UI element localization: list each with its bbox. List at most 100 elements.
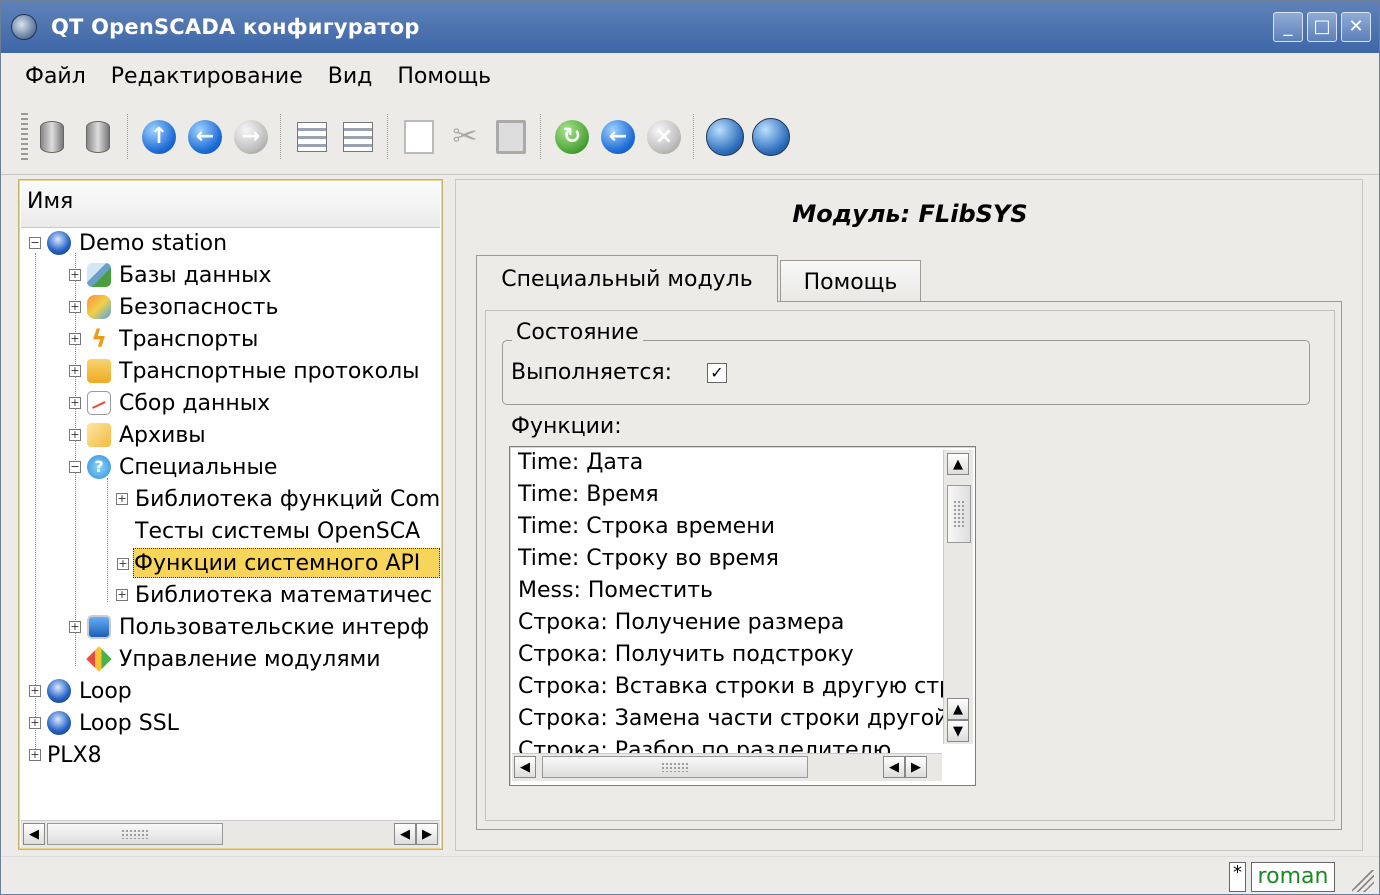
tree-item-plx8[interactable]: + PLX8 [29,740,102,770]
tree-item-data-acquisition[interactable]: + Сбор данных [69,388,270,418]
functions-vertical-scrollbar[interactable]: ▲ ▲ ▼ [943,450,973,744]
tree-item-system-api-functions[interactable]: + Функции системного API [117,548,440,578]
scroll-thumb[interactable] [47,823,223,845]
list-item[interactable]: Строка: Замена части строки другой [518,703,948,735]
monitor-icon [87,615,111,639]
tree-body[interactable]: − Demo station + Базы данных + Безопасно… [19,228,440,813]
tree-horizontal-scrollbar[interactable]: ◀ ◀ ▶ [21,820,440,848]
copy-icon[interactable] [397,115,441,159]
list-item[interactable]: Time: Дата [518,447,643,479]
expand-icon[interactable]: + [29,749,41,761]
tree-item-module-management[interactable]: Управление модулями [86,644,381,674]
tree-item-label: Библиотека математичес [135,582,433,608]
menu-edit[interactable]: Редактирование [109,64,305,89]
scroll-left-icon[interactable]: ◀ [883,756,905,778]
expand-icon[interactable]: + [29,685,41,697]
tree-item-math-library[interactable]: + Библиотека математичес [116,580,433,610]
scroll-right-icon[interactable]: ▶ [905,756,927,778]
tree-item-demo-station[interactable]: − Demo station [29,228,228,258]
tree-item-label: Demo station [79,230,228,256]
tab-help[interactable]: Помощь [780,260,921,304]
station-manager-icon[interactable] [703,115,747,159]
save-db-icon[interactable] [76,115,120,159]
forward-icon[interactable]: → [229,115,273,159]
tree-item-label: Транспорты [119,326,259,352]
back-icon[interactable]: ← [183,115,227,159]
list-item[interactable]: Time: Строка времени [518,511,775,543]
tree-item-label: Пользовательские интерф [119,614,430,640]
list-item[interactable]: Time: Строку во время [518,543,779,575]
expand-icon[interactable]: + [69,621,81,633]
expand-icon[interactable]: + [116,493,128,505]
tab-special-module[interactable]: Специальный модуль [476,255,778,302]
cut-icon[interactable]: ✂ [443,115,487,159]
collapse-icon[interactable]: − [69,461,81,473]
expand-icon[interactable]: + [69,365,81,377]
menu-view[interactable]: Вид [326,64,375,89]
functions-horizontal-scrollbar[interactable]: ◀ ◀ ▶ [512,753,942,781]
tree-item-transport-protocols[interactable]: + Транспортные протоколы [69,356,420,386]
list-item[interactable]: Строка: Получить подстроку [518,639,854,671]
back-arrow-icon: ← [188,119,222,154]
expand-icon[interactable]: + [69,397,81,409]
tree-item-user-interfaces[interactable]: + Пользовательские интерф [69,612,430,642]
menu-file[interactable]: Файл [23,64,88,89]
expand-icon[interactable]: + [69,301,81,313]
module-config-icon[interactable] [749,115,793,159]
collapse-icon[interactable]: − [29,237,41,249]
toolbar: ↑ ← → ✂ ↻ ← × [1,99,1379,175]
window-controls: _ □ ✕ [1273,12,1371,42]
stop-icon[interactable]: × [642,115,686,159]
scroll-down-icon[interactable]: ▼ [947,720,969,742]
expand-icon[interactable]: + [69,269,81,281]
resize-grip-icon[interactable] [1352,870,1374,892]
add-item-icon[interactable] [290,115,334,159]
scroll-left-icon[interactable]: ◀ [23,823,45,845]
tree-item-databases[interactable]: + Базы данных [69,260,272,290]
tree-item-loop[interactable]: + Loop [29,676,132,706]
expand-icon[interactable]: + [116,589,128,601]
toolbar-grip-icon[interactable] [21,112,28,161]
delete-item-icon[interactable] [336,115,380,159]
tree-item-loop-ssl[interactable]: + Loop SSL [29,708,179,738]
tree-item-special[interactable]: − ? Специальные [69,452,277,482]
maximize-button[interactable]: □ [1307,12,1337,42]
expand-icon[interactable]: + [69,429,81,441]
vertical-scroll-thumb[interactable] [947,485,971,543]
tree-item-label: Транспортные протоколы [119,358,420,384]
title-bar[interactable]: QT OpenSCADA конфигуратор _ □ ✕ [1,1,1379,53]
load-db-icon[interactable] [30,115,74,159]
expand-icon[interactable]: + [29,717,41,729]
scroll-right-icon[interactable]: ▶ [416,823,438,845]
functions-list[interactable]: Time: Дата Time: Время Time: Строка врем… [509,446,976,786]
folder-icon [87,359,111,383]
tree-item-security[interactable]: + Безопасность [69,292,278,322]
scroll-up-icon[interactable]: ▲ [947,698,969,720]
expand-icon[interactable]: + [117,558,129,570]
close-button[interactable]: ✕ [1341,12,1371,42]
list-item[interactable]: Time: Время [518,479,659,511]
scroll-up-icon[interactable]: ▲ [947,453,969,475]
tree-item-function-library[interactable]: + Библиотека функций Com [116,484,440,514]
tree-item-transports[interactable]: + ϟ Транспорты [69,324,259,354]
page-title: Модуль: FLibSYS [792,200,1028,228]
menu-help[interactable]: Помощь [395,64,493,89]
minimize-button[interactable]: _ [1273,12,1303,42]
module-config-shape-icon [752,117,790,156]
list-item[interactable]: Строка: Вставка строки в другую стр [518,671,953,703]
expand-icon[interactable]: + [69,333,81,345]
tree-header[interactable]: Имя [21,182,440,228]
navigation-tree[interactable]: Имя − Demo station + Базы данных + Безоп… [18,179,443,850]
scroll-left-icon[interactable]: ◀ [394,823,416,845]
up-icon[interactable]: ↑ [137,115,181,159]
list-item[interactable]: Mess: Поместить [518,575,713,607]
previous-icon[interactable]: ← [596,115,640,159]
refresh-icon[interactable]: ↻ [550,115,594,159]
horizontal-scroll-thumb[interactable] [542,756,808,778]
scroll-left-icon[interactable]: ◀ [514,756,536,778]
paste-icon[interactable] [489,115,533,159]
tree-item-archives[interactable]: + Архивы [69,420,206,450]
tree-item-system-tests[interactable]: Тесты системы OpenSCA [135,516,420,546]
list-item[interactable]: Строка: Получение размера [518,607,844,639]
running-checkbox[interactable]: ✓ [707,363,727,383]
